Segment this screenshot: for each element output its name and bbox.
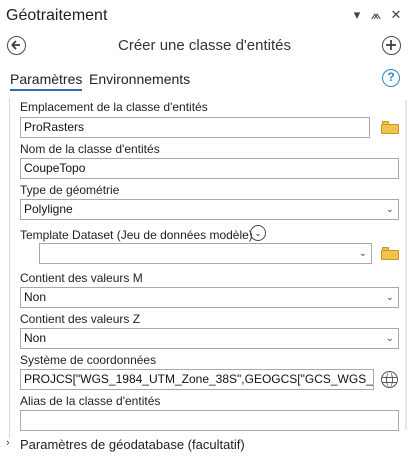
tool-nav-row: Créer une classe d'entités [0, 32, 409, 60]
coord-sys-globe-icon[interactable] [381, 371, 398, 388]
tab-bar: Paramètres Environnements ? [0, 66, 409, 96]
template-dropdown[interactable]: ⌄ [39, 243, 372, 264]
location-label: Emplacement de la classe d'entités [20, 100, 208, 114]
pane-title: Géotraitement [6, 7, 108, 24]
location-browse-folder-icon[interactable] [381, 121, 399, 134]
alias-label: Alias de la classe d'entités [20, 394, 161, 408]
chevron-down-icon: ⌄ [385, 333, 394, 344]
pane-header: Géotraitement ▾ ⩕ ✕ [0, 0, 409, 32]
has-z-dropdown[interactable]: Non ⌄ [20, 328, 399, 349]
coord-sys-field[interactable]: PROJCS["WGS_1984_UTM_Zone_38S",GEOGCS["G… [20, 369, 374, 390]
help-icon[interactable]: ? [382, 69, 400, 87]
coord-sys-label: Système de coordonnées [20, 353, 157, 367]
has-m-dropdown[interactable]: Non ⌄ [20, 287, 399, 308]
name-field[interactable]: CoupeTopo [20, 158, 399, 179]
chevron-down-icon: ⌄ [385, 204, 394, 215]
has-z-label: Contient des valeurs Z [20, 312, 141, 326]
add-button[interactable] [382, 36, 401, 55]
template-label: Template Dataset (Jeu de données modèle) [20, 228, 253, 242]
location-field[interactable]: ProRasters [20, 117, 370, 138]
vertical-scrollbar[interactable] [405, 100, 407, 430]
name-label: Nom de la classe d'entités [20, 142, 160, 156]
menu-chevron-down-icon[interactable]: ▾ [350, 8, 364, 22]
alias-field[interactable] [20, 410, 399, 431]
template-expand-chevron-icon[interactable]: ⌄ [250, 225, 266, 241]
chevron-down-icon: ⌄ [358, 248, 367, 259]
tab-parametres[interactable]: Paramètres [10, 71, 83, 91]
geodatabase-section-header[interactable]: › Paramètres de géodatabase (facultatif) [0, 436, 409, 458]
chevron-down-icon: ⌄ [385, 292, 394, 303]
parameters-panel: Emplacement de la classe d'entités ProRa… [9, 98, 407, 438]
chevron-right-icon: › [6, 437, 10, 449]
pin-icon[interactable]: ⩕ [369, 8, 383, 22]
has-z-value: Non [24, 331, 47, 345]
geometry-value: Polyligne [24, 202, 73, 216]
has-m-label: Contient des valeurs M [20, 271, 143, 285]
geometry-label: Type de géométrie [20, 183, 120, 197]
has-m-value: Non [24, 290, 47, 304]
close-icon[interactable]: ✕ [389, 8, 403, 22]
add-icon [386, 40, 396, 50]
geodatabase-section-label: Paramètres de géodatabase (facultatif) [20, 437, 245, 452]
geometry-dropdown[interactable]: Polyligne ⌄ [20, 199, 399, 220]
tab-environnements[interactable]: Environnements [89, 71, 190, 87]
template-browse-folder-icon[interactable] [381, 247, 399, 260]
tool-title: Créer une classe d'entités [118, 37, 291, 54]
